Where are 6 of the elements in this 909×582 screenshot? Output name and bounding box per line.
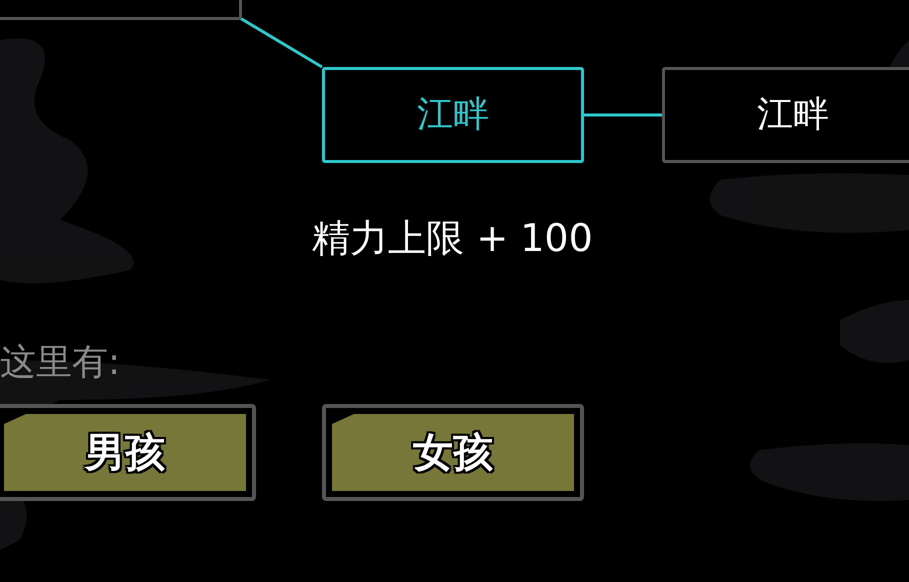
section-label: 这里有: xyxy=(0,341,122,385)
action-button[interactable]: 男孩 xyxy=(0,404,256,501)
action-button[interactable]: 女孩 xyxy=(322,404,584,501)
map-node[interactable]: 江畔 xyxy=(322,67,584,163)
bonus-text: 精力上限 + 100 xyxy=(311,215,594,262)
map-node[interactable]: 江畔 xyxy=(662,67,909,163)
